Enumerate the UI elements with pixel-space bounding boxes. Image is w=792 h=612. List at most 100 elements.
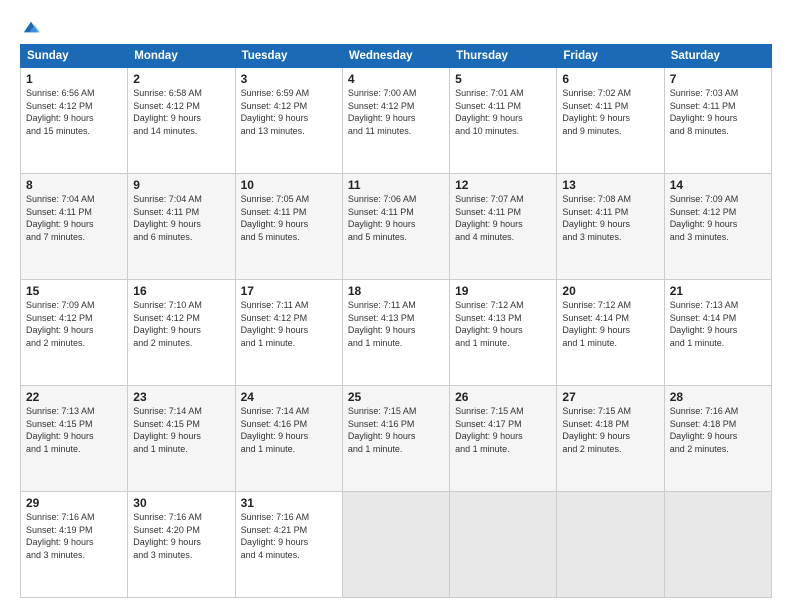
day-number: 6 (562, 72, 658, 86)
header-cell-wednesday: Wednesday (342, 45, 449, 68)
day-number: 22 (26, 390, 122, 404)
page: SundayMondayTuesdayWednesdayThursdayFrid… (0, 0, 792, 612)
header-cell-saturday: Saturday (664, 45, 771, 68)
day-cell: 21Sunrise: 7:13 AM Sunset: 4:14 PM Dayli… (664, 280, 771, 386)
day-info: Sunrise: 7:14 AM Sunset: 4:15 PM Dayligh… (133, 405, 229, 455)
day-cell: 6Sunrise: 7:02 AM Sunset: 4:11 PM Daylig… (557, 68, 664, 174)
day-number: 11 (348, 178, 444, 192)
day-info: Sunrise: 7:16 AM Sunset: 4:19 PM Dayligh… (26, 511, 122, 561)
day-number: 3 (241, 72, 337, 86)
day-number: 10 (241, 178, 337, 192)
day-number: 1 (26, 72, 122, 86)
calendar-body: 1Sunrise: 6:56 AM Sunset: 4:12 PM Daylig… (21, 68, 772, 598)
day-info: Sunrise: 7:16 AM Sunset: 4:21 PM Dayligh… (241, 511, 337, 561)
day-number: 7 (670, 72, 766, 86)
day-cell: 10Sunrise: 7:05 AM Sunset: 4:11 PM Dayli… (235, 174, 342, 280)
day-cell: 22Sunrise: 7:13 AM Sunset: 4:15 PM Dayli… (21, 386, 128, 492)
day-number: 24 (241, 390, 337, 404)
day-info: Sunrise: 7:13 AM Sunset: 4:14 PM Dayligh… (670, 299, 766, 349)
logo (20, 18, 40, 36)
day-info: Sunrise: 6:59 AM Sunset: 4:12 PM Dayligh… (241, 87, 337, 137)
day-cell: 3Sunrise: 6:59 AM Sunset: 4:12 PM Daylig… (235, 68, 342, 174)
day-number: 29 (26, 496, 122, 510)
day-number: 23 (133, 390, 229, 404)
day-info: Sunrise: 7:14 AM Sunset: 4:16 PM Dayligh… (241, 405, 337, 455)
day-info: Sunrise: 7:00 AM Sunset: 4:12 PM Dayligh… (348, 87, 444, 137)
day-cell: 5Sunrise: 7:01 AM Sunset: 4:11 PM Daylig… (450, 68, 557, 174)
day-cell: 28Sunrise: 7:16 AM Sunset: 4:18 PM Dayli… (664, 386, 771, 492)
day-cell: 30Sunrise: 7:16 AM Sunset: 4:20 PM Dayli… (128, 492, 235, 598)
header-cell-thursday: Thursday (450, 45, 557, 68)
day-number: 9 (133, 178, 229, 192)
day-cell: 13Sunrise: 7:08 AM Sunset: 4:11 PM Dayli… (557, 174, 664, 280)
day-info: Sunrise: 7:13 AM Sunset: 4:15 PM Dayligh… (26, 405, 122, 455)
day-cell: 25Sunrise: 7:15 AM Sunset: 4:16 PM Dayli… (342, 386, 449, 492)
day-cell: 7Sunrise: 7:03 AM Sunset: 4:11 PM Daylig… (664, 68, 771, 174)
day-cell: 11Sunrise: 7:06 AM Sunset: 4:11 PM Dayli… (342, 174, 449, 280)
day-cell: 1Sunrise: 6:56 AM Sunset: 4:12 PM Daylig… (21, 68, 128, 174)
day-cell (664, 492, 771, 598)
day-cell: 14Sunrise: 7:09 AM Sunset: 4:12 PM Dayli… (664, 174, 771, 280)
day-cell: 4Sunrise: 7:00 AM Sunset: 4:12 PM Daylig… (342, 68, 449, 174)
day-number: 30 (133, 496, 229, 510)
day-cell: 26Sunrise: 7:15 AM Sunset: 4:17 PM Dayli… (450, 386, 557, 492)
day-cell: 12Sunrise: 7:07 AM Sunset: 4:11 PM Dayli… (450, 174, 557, 280)
day-info: Sunrise: 7:07 AM Sunset: 4:11 PM Dayligh… (455, 193, 551, 243)
day-cell: 31Sunrise: 7:16 AM Sunset: 4:21 PM Dayli… (235, 492, 342, 598)
week-row-2: 8Sunrise: 7:04 AM Sunset: 4:11 PM Daylig… (21, 174, 772, 280)
calendar-header-row: SundayMondayTuesdayWednesdayThursdayFrid… (21, 45, 772, 68)
logo-icon (22, 18, 40, 36)
day-info: Sunrise: 7:04 AM Sunset: 4:11 PM Dayligh… (26, 193, 122, 243)
day-cell (557, 492, 664, 598)
day-number: 26 (455, 390, 551, 404)
day-info: Sunrise: 7:16 AM Sunset: 4:20 PM Dayligh… (133, 511, 229, 561)
day-number: 5 (455, 72, 551, 86)
day-info: Sunrise: 7:02 AM Sunset: 4:11 PM Dayligh… (562, 87, 658, 137)
day-cell: 18Sunrise: 7:11 AM Sunset: 4:13 PM Dayli… (342, 280, 449, 386)
day-info: Sunrise: 7:03 AM Sunset: 4:11 PM Dayligh… (670, 87, 766, 137)
day-info: Sunrise: 7:05 AM Sunset: 4:11 PM Dayligh… (241, 193, 337, 243)
day-cell: 24Sunrise: 7:14 AM Sunset: 4:16 PM Dayli… (235, 386, 342, 492)
day-info: Sunrise: 7:15 AM Sunset: 4:18 PM Dayligh… (562, 405, 658, 455)
header (20, 18, 772, 36)
day-number: 4 (348, 72, 444, 86)
day-cell: 16Sunrise: 7:10 AM Sunset: 4:12 PM Dayli… (128, 280, 235, 386)
week-row-1: 1Sunrise: 6:56 AM Sunset: 4:12 PM Daylig… (21, 68, 772, 174)
day-info: Sunrise: 7:11 AM Sunset: 4:12 PM Dayligh… (241, 299, 337, 349)
day-number: 20 (562, 284, 658, 298)
day-info: Sunrise: 7:01 AM Sunset: 4:11 PM Dayligh… (455, 87, 551, 137)
day-number: 21 (670, 284, 766, 298)
header-cell-tuesday: Tuesday (235, 45, 342, 68)
day-number: 28 (670, 390, 766, 404)
header-cell-monday: Monday (128, 45, 235, 68)
day-number: 14 (670, 178, 766, 192)
day-info: Sunrise: 7:11 AM Sunset: 4:13 PM Dayligh… (348, 299, 444, 349)
day-info: Sunrise: 7:12 AM Sunset: 4:13 PM Dayligh… (455, 299, 551, 349)
day-info: Sunrise: 7:08 AM Sunset: 4:11 PM Dayligh… (562, 193, 658, 243)
day-info: Sunrise: 7:04 AM Sunset: 4:11 PM Dayligh… (133, 193, 229, 243)
day-cell (342, 492, 449, 598)
day-info: Sunrise: 7:12 AM Sunset: 4:14 PM Dayligh… (562, 299, 658, 349)
day-cell: 9Sunrise: 7:04 AM Sunset: 4:11 PM Daylig… (128, 174, 235, 280)
day-number: 12 (455, 178, 551, 192)
day-info: Sunrise: 7:15 AM Sunset: 4:16 PM Dayligh… (348, 405, 444, 455)
day-info: Sunrise: 7:15 AM Sunset: 4:17 PM Dayligh… (455, 405, 551, 455)
day-number: 16 (133, 284, 229, 298)
day-cell: 27Sunrise: 7:15 AM Sunset: 4:18 PM Dayli… (557, 386, 664, 492)
day-cell: 15Sunrise: 7:09 AM Sunset: 4:12 PM Dayli… (21, 280, 128, 386)
week-row-3: 15Sunrise: 7:09 AM Sunset: 4:12 PM Dayli… (21, 280, 772, 386)
day-info: Sunrise: 6:58 AM Sunset: 4:12 PM Dayligh… (133, 87, 229, 137)
calendar: SundayMondayTuesdayWednesdayThursdayFrid… (20, 44, 772, 598)
day-info: Sunrise: 6:56 AM Sunset: 4:12 PM Dayligh… (26, 87, 122, 137)
day-info: Sunrise: 7:09 AM Sunset: 4:12 PM Dayligh… (670, 193, 766, 243)
header-cell-sunday: Sunday (21, 45, 128, 68)
day-number: 31 (241, 496, 337, 510)
day-cell: 2Sunrise: 6:58 AM Sunset: 4:12 PM Daylig… (128, 68, 235, 174)
header-cell-friday: Friday (557, 45, 664, 68)
day-cell (450, 492, 557, 598)
day-cell: 23Sunrise: 7:14 AM Sunset: 4:15 PM Dayli… (128, 386, 235, 492)
day-number: 15 (26, 284, 122, 298)
day-cell: 19Sunrise: 7:12 AM Sunset: 4:13 PM Dayli… (450, 280, 557, 386)
day-cell: 17Sunrise: 7:11 AM Sunset: 4:12 PM Dayli… (235, 280, 342, 386)
day-info: Sunrise: 7:16 AM Sunset: 4:18 PM Dayligh… (670, 405, 766, 455)
